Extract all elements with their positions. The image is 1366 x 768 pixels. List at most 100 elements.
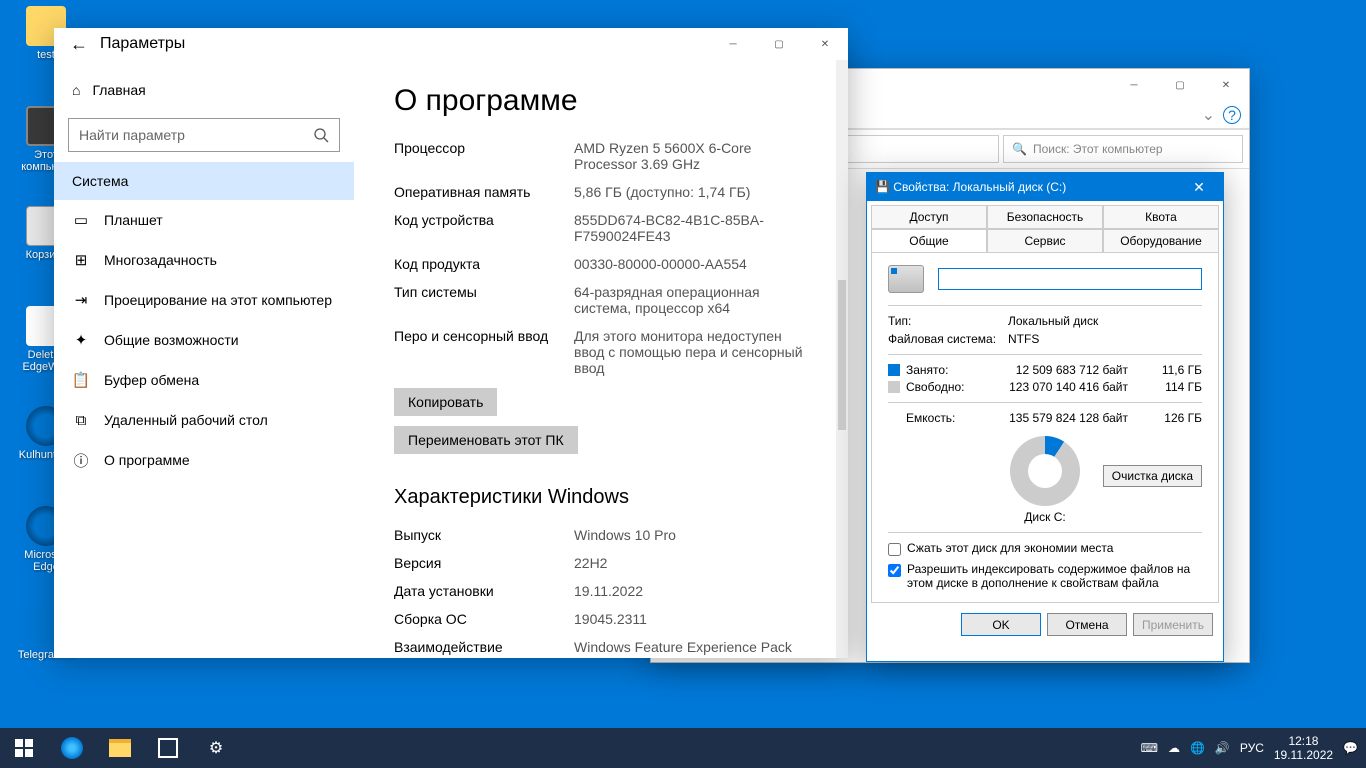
touch-keyboard-icon[interactable]: ⌨ xyxy=(1141,741,1158,755)
taskbar-store[interactable] xyxy=(144,728,192,768)
start-button[interactable] xyxy=(0,728,48,768)
spec-label: Тип системы xyxy=(394,284,574,316)
taskbar-edge[interactable] xyxy=(48,728,96,768)
page-heading: О программе xyxy=(394,84,808,118)
explorer-search[interactable]: 🔍 Поиск: Этот компьютер xyxy=(1003,135,1243,163)
spec-label: Код продукта xyxy=(394,256,574,272)
disk-label: Диск C: xyxy=(1010,510,1080,524)
spec-value: Windows Feature Experience Pack 120.2212… xyxy=(574,639,808,658)
spec-row: Код продукта00330-80000-00000-AA554 xyxy=(394,256,808,272)
volume-icon[interactable]: 🔊 xyxy=(1215,741,1230,755)
taskbar-settings[interactable]: ⚙ xyxy=(192,728,240,768)
notifications-icon[interactable]: 💬 xyxy=(1343,741,1358,755)
sidebar-item-shared[interactable]: ✦ Общие возможности xyxy=(54,320,354,360)
tab-hardware[interactable]: Оборудование xyxy=(1103,229,1219,252)
properties-titlebar[interactable]: 💾 Свойства: Локальный диск (C:) ✕ xyxy=(867,173,1223,201)
section-heading: Характеристики Windows xyxy=(394,486,808,509)
search-icon xyxy=(313,127,329,143)
spec-label: Оперативная память xyxy=(394,184,574,200)
spec-label: Сборка ОС xyxy=(394,611,574,627)
type-label: Тип: xyxy=(888,314,1008,328)
minimize-button[interactable]: ─ xyxy=(1111,69,1157,101)
sidebar-label: Планшет xyxy=(104,212,163,228)
network-icon[interactable]: 🌐 xyxy=(1190,741,1205,755)
language-indicator[interactable]: РУС xyxy=(1240,741,1264,755)
copy-button[interactable]: Копировать xyxy=(394,388,497,416)
tab-tools[interactable]: Сервис xyxy=(987,229,1103,252)
sidebar-item-about[interactable]: ⓘ О программе xyxy=(54,440,354,480)
onedrive-icon[interactable]: ☁ xyxy=(1168,741,1180,755)
sidebar-item-system[interactable]: Система xyxy=(54,162,354,200)
spec-row: Дата установки19.11.2022 xyxy=(394,583,808,599)
capacity-bytes: 135 579 824 128 байт xyxy=(992,411,1148,425)
home-label: Главная xyxy=(92,82,145,98)
tab-sharing[interactable]: Доступ xyxy=(871,205,987,229)
properties-body: Тип:Локальный диск Файловая система:NTFS… xyxy=(871,252,1219,603)
spec-label: Дата установки xyxy=(394,583,574,599)
gear-icon: ⚙ xyxy=(209,738,223,758)
cancel-button[interactable]: Отмена xyxy=(1047,613,1127,636)
home-icon: ⌂ xyxy=(72,82,80,98)
spec-label: Процессор xyxy=(394,140,574,172)
used-bytes: 12 509 683 712 байт xyxy=(992,363,1148,377)
spec-row: ВыпускWindows 10 Pro xyxy=(394,527,808,543)
taskbar: ⚙ ⌨ ☁ 🌐 🔊 РУС 12:18 19.11.2022 💬 xyxy=(0,728,1366,768)
spec-row: Код устройства855DD674-BC82-4B1C-85BA-F7… xyxy=(394,212,808,244)
close-button[interactable]: ✕ xyxy=(1183,179,1215,196)
compress-checkbox[interactable] xyxy=(888,543,901,556)
taskbar-explorer[interactable] xyxy=(96,728,144,768)
disk-cleanup-button[interactable]: Очистка диска xyxy=(1103,465,1202,487)
sidebar-item-projecting[interactable]: ⇥Проецирование на этот компьютер xyxy=(54,280,354,320)
scrollbar[interactable] xyxy=(836,60,848,658)
store-icon xyxy=(158,738,178,758)
tab-general[interactable]: Общие xyxy=(871,229,987,252)
settings-search[interactable]: Найти параметр xyxy=(68,118,340,152)
shared-icon: ✦ xyxy=(72,331,90,349)
window-title: Параметры xyxy=(100,35,185,53)
spec-value: 19045.2311 xyxy=(574,611,808,627)
index-checkbox[interactable] xyxy=(888,564,901,577)
sidebar-label: О программе xyxy=(104,452,190,468)
sidebar-item-remote[interactable]: ⧉ Удаленный рабочий стол xyxy=(54,400,354,440)
spec-row: Версия22H2 xyxy=(394,555,808,571)
maximize-button[interactable]: ▢ xyxy=(1157,69,1203,101)
windows-icon xyxy=(15,739,33,757)
sidebar-item-multitask[interactable]: ⊞Многозадачность xyxy=(54,240,354,280)
time: 12:18 xyxy=(1274,734,1333,748)
spec-value: 00330-80000-00000-AA554 xyxy=(574,256,808,272)
help-icon[interactable]: ? xyxy=(1223,106,1241,124)
sidebar-label: Удаленный рабочий стол xyxy=(104,412,268,428)
spec-value: 855DD674-BC82-4B1C-85BA-F7590024FE43 xyxy=(574,212,808,244)
info-icon: ⓘ xyxy=(72,451,90,469)
sidebar-item-clipboard[interactable]: 📋Буфер обмена xyxy=(54,360,354,400)
scrollbar-thumb[interactable] xyxy=(838,280,846,430)
back-button[interactable]: ← xyxy=(64,34,100,55)
chevron-down-icon[interactable]: ⌄ xyxy=(1202,105,1215,125)
search-icon: 🔍 xyxy=(1012,142,1027,156)
folder-icon xyxy=(109,739,131,757)
clock[interactable]: 12:18 19.11.2022 xyxy=(1274,734,1333,763)
home-link[interactable]: ⌂ Главная xyxy=(54,72,354,108)
spec-label: Взаимодействие xyxy=(394,639,574,658)
sidebar-label: Общие возможности xyxy=(104,332,239,348)
drive-label-input[interactable] xyxy=(938,268,1202,290)
index-label: Разрешить индексировать содержимое файло… xyxy=(907,562,1202,590)
settings-content: О программе ПроцессорAMD Ryzen 5 5600X 6… xyxy=(354,28,848,658)
compress-label: Сжать этот диск для экономии места xyxy=(907,541,1113,555)
tab-quota[interactable]: Квота xyxy=(1103,205,1219,229)
fs-value: NTFS xyxy=(1008,332,1039,346)
disk-usage-chart xyxy=(1010,436,1080,506)
sidebar-label: Проецирование на этот компьютер xyxy=(104,292,332,308)
capacity-gb: 126 ГБ xyxy=(1148,411,1202,425)
spec-value: 5,86 ГБ (доступно: 1,74 ГБ) xyxy=(574,184,808,200)
rename-pc-button[interactable]: Переименовать этот ПК xyxy=(394,426,578,454)
apply-button[interactable]: Применить xyxy=(1133,613,1213,636)
spec-label: Выпуск xyxy=(394,527,574,543)
ok-button[interactable]: OK xyxy=(961,613,1041,636)
tab-security[interactable]: Безопасность xyxy=(987,205,1103,229)
capacity-label: Емкость: xyxy=(906,411,992,425)
sidebar-label: Многозадачность xyxy=(104,252,217,268)
sidebar-item-tablet[interactable]: ▭Планшет xyxy=(54,200,354,240)
close-button[interactable]: ✕ xyxy=(1203,69,1249,101)
remote-icon: ⧉ xyxy=(72,411,90,429)
